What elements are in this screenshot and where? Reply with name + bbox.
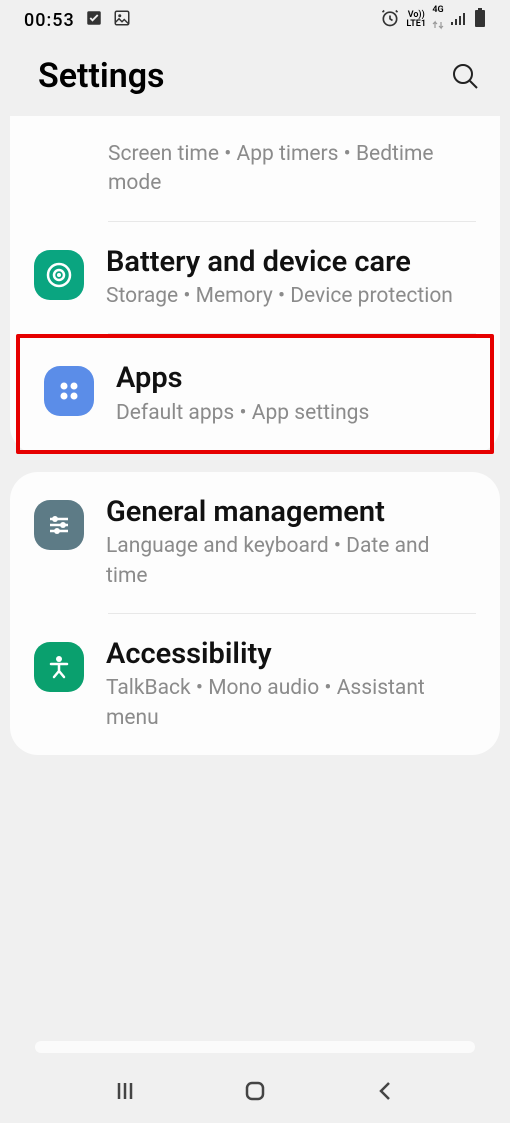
item-general[interactable]: General management Language and keyboard… xyxy=(10,472,500,613)
item-title: Accessibility xyxy=(106,636,476,672)
signal-4g: 4G xyxy=(432,6,444,34)
alarm-icon xyxy=(380,8,400,32)
item-apps[interactable]: Apps Default apps • App settings xyxy=(20,338,490,450)
item-sub: TalkBack • Mono audio • Assistant menu xyxy=(106,674,476,733)
updown-icon xyxy=(432,20,444,30)
status-time: 00:53 xyxy=(24,10,75,31)
item-title: General management xyxy=(106,494,476,530)
network-bottom: LTE1 xyxy=(406,20,426,29)
image-icon xyxy=(113,9,131,31)
nav-bar xyxy=(0,1059,510,1123)
header: Settings xyxy=(0,36,510,116)
signal-bars-icon xyxy=(450,10,468,30)
battery-icon xyxy=(474,8,486,32)
item-sub: Language and keyboard • Date and time xyxy=(106,532,476,591)
status-right: Vo)) LTE1 4G xyxy=(380,6,486,34)
accessibility-icon xyxy=(34,642,84,692)
checkbox-icon xyxy=(85,9,103,31)
home-icon xyxy=(243,1079,267,1103)
network-label: Vo)) LTE1 xyxy=(406,11,426,29)
item-title: Battery and device care xyxy=(106,244,476,280)
recents-icon xyxy=(113,1079,137,1103)
back-button[interactable] xyxy=(371,1077,399,1105)
back-icon xyxy=(373,1079,397,1103)
home-button[interactable] xyxy=(241,1077,269,1105)
apps-icon xyxy=(44,366,94,416)
item-sub: Default apps • App settings xyxy=(116,399,466,428)
status-left: 00:53 xyxy=(24,9,131,31)
card-general: General management Language and keyboard… xyxy=(10,472,500,755)
search-icon xyxy=(450,61,480,91)
highlight-apps: Apps Default apps • App settings xyxy=(16,334,494,454)
status-bar: 00:53 Vo)) LTE1 4G xyxy=(0,0,510,36)
search-button[interactable] xyxy=(450,61,480,91)
scroll-indicator xyxy=(35,1041,475,1053)
recents-button[interactable] xyxy=(111,1077,139,1105)
item-screen-time[interactable]: Screen time • App timers • Bedtime mode xyxy=(10,116,500,221)
general-management-icon xyxy=(34,500,84,550)
item-sub: Storage • Memory • Device protection xyxy=(106,282,476,311)
signal-text: 4G xyxy=(432,6,444,15)
item-title: Apps xyxy=(116,360,466,396)
page-title: Settings xyxy=(38,56,165,96)
card-device: Screen time • App timers • Bedtime mode … xyxy=(10,116,500,454)
item-sub: Screen time • App timers • Bedtime mode xyxy=(108,140,476,199)
item-accessibility[interactable]: Accessibility TalkBack • Mono audio • As… xyxy=(10,614,500,755)
device-care-icon xyxy=(34,250,84,300)
item-battery[interactable]: Battery and device care Storage • Memory… xyxy=(10,222,500,334)
